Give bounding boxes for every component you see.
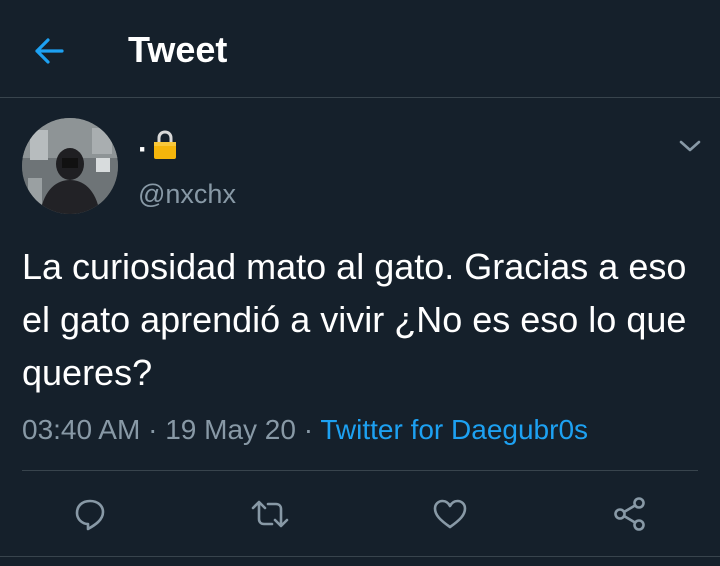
arrow-left-icon	[35, 38, 64, 64]
avatar[interactable]	[22, 118, 118, 214]
share-button[interactable]	[602, 486, 658, 542]
tweet-date: 19 May 20	[165, 414, 296, 445]
display-name-text: ·	[138, 132, 148, 166]
meta-separator: ·	[295, 414, 321, 445]
profile-photo	[22, 118, 118, 214]
lock-icon	[152, 130, 178, 169]
retweet-icon	[251, 500, 289, 528]
back-button[interactable]	[26, 28, 72, 74]
top-app-bar: Tweet	[0, 0, 720, 98]
tweet-source-link[interactable]: Twitter for Daegubr0s	[320, 414, 588, 445]
username[interactable]: @nxchx	[138, 178, 236, 210]
page-title: Tweet	[128, 29, 228, 70]
tweet-text: La curiosidad mato al gato. Gracias a es…	[22, 246, 687, 393]
meta-separator: ·	[140, 414, 166, 445]
chevron-down-icon	[679, 140, 701, 152]
reply-icon	[75, 499, 105, 531]
retweet-button[interactable]	[242, 486, 298, 542]
share-icon	[614, 497, 645, 531]
tweet-metadata: 03:40 AM · 19 May 20 · Twitter for Daegu…	[22, 412, 588, 448]
like-button[interactable]	[422, 486, 478, 542]
reply-button[interactable]	[62, 486, 118, 542]
divider	[22, 470, 698, 471]
divider	[0, 556, 720, 557]
like-icon	[433, 499, 467, 529]
tweet-time: 03:40 AM	[22, 414, 141, 445]
more-options-button[interactable]	[672, 128, 708, 164]
tweet-actions	[0, 486, 720, 542]
display-name[interactable]: ·	[138, 130, 178, 169]
